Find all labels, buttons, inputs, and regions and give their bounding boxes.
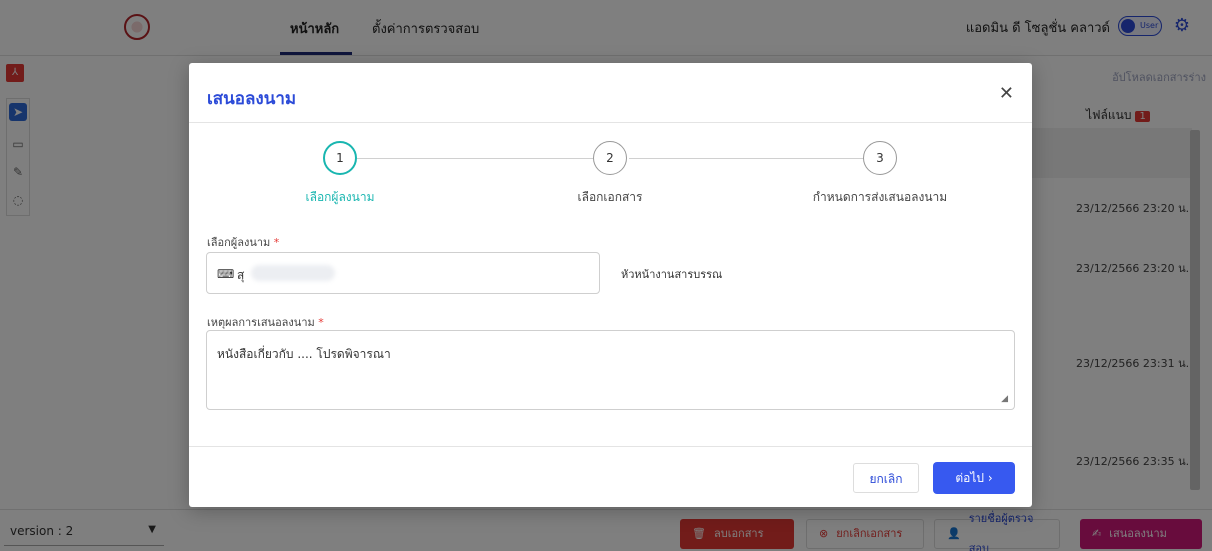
signer-field-label: เลือกผู้ลงนาม * (207, 233, 279, 251)
next-button[interactable]: ต่อไป › (933, 462, 1015, 494)
reason-label-text: เหตุผลการเสนอลงนาม (207, 316, 315, 329)
close-icon[interactable]: ✕ (999, 83, 1014, 104)
step-connector (357, 158, 593, 159)
signer-position: หัวหน้างานสารบรรณ (621, 268, 723, 281)
step-connector (629, 158, 865, 159)
step-1-circle: 1 (323, 141, 357, 175)
step-2-circle: 2 (593, 141, 627, 175)
reason-value: หนังสือเกี่ยวกับ .... โปรดพิจารณา (217, 347, 391, 361)
signer-value: สุ (237, 268, 245, 282)
resize-handle-icon[interactable]: ◢ (1001, 394, 1008, 404)
required-mark: * (318, 316, 324, 329)
reason-textarea[interactable]: หนังสือเกี่ยวกับ .... โปรดพิจารณา ◢ (206, 330, 1015, 410)
step-1-label: เลือกผู้ลงนาม (305, 190, 375, 204)
modal-title: เสนอลงนาม (207, 89, 297, 109)
redacted-name (251, 265, 335, 281)
cancel-button[interactable]: ยกเลิก (853, 463, 919, 493)
signer-select[interactable]: ⌨ สุ (206, 252, 600, 294)
reason-field-label: เหตุผลการเสนอลงนาม * (207, 313, 324, 331)
step-3-circle: 3 (863, 141, 897, 175)
divider (189, 446, 1032, 447)
signer-label-text: เลือกผู้ลงนาม (207, 236, 271, 249)
required-mark: * (273, 236, 280, 249)
divider (189, 122, 1032, 123)
propose-signature-modal: เสนอลงนาม ✕ 1 2 3 เลือกผู้ลงนาม เลือกเอก… (189, 63, 1032, 507)
step-2-label: เลือกเอกสาร (577, 190, 643, 204)
keyboard-icon: ⌨ (217, 267, 235, 281)
step-3-label: กำหนดการส่งเสนอลงนาม (812, 190, 948, 204)
